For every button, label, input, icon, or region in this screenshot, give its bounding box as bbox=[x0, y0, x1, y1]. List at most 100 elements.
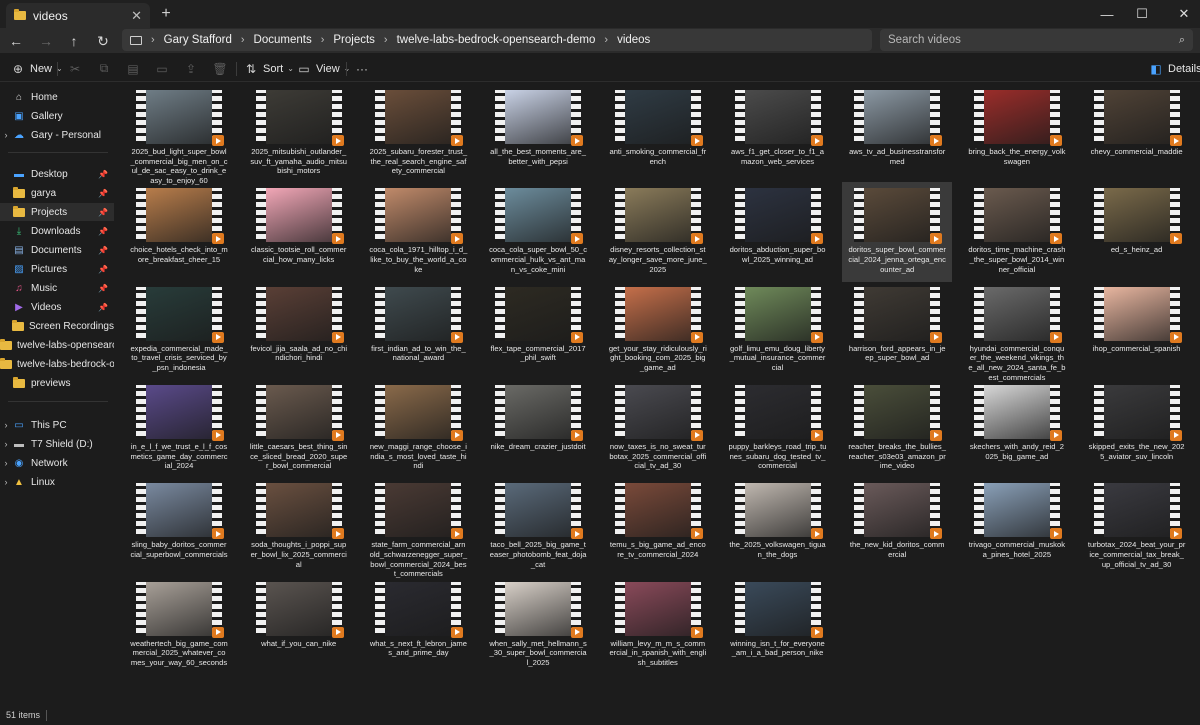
sidebar-item-network[interactable]: › ◉ Network bbox=[0, 454, 114, 472]
file-tile[interactable]: when_sally_met_hellmann_s_30_super_bowl_… bbox=[483, 576, 593, 676]
breadcrumb-documents[interactable]: Documents bbox=[254, 34, 312, 46]
file-tile[interactable]: soda_thoughts_i_poppi_super_bowl_lix_202… bbox=[244, 477, 354, 577]
file-tile[interactable]: taco_bell_2025_big_game_teaser_photobomb… bbox=[483, 477, 593, 577]
sidebar-item-previews[interactable]: previews bbox=[0, 374, 114, 392]
file-tile[interactable]: now_taxes_is_no_sweat_turbotax_2025_comm… bbox=[603, 379, 713, 479]
sidebar-item-garya[interactable]: garya 📌 bbox=[0, 184, 114, 202]
file-tile[interactable]: doritos_time_machine_crash_the_super_bow… bbox=[962, 182, 1072, 282]
sidebar-item-videos[interactable]: ▶ Videos 📌 bbox=[0, 298, 114, 316]
file-tile[interactable]: anti_smoking_commercial_french bbox=[603, 84, 713, 184]
close-window-button[interactable]: ✕ bbox=[1168, 0, 1200, 28]
new-tab-button[interactable]: + bbox=[158, 5, 174, 23]
maximize-button[interactable]: ☐ bbox=[1130, 0, 1154, 28]
file-tile[interactable]: puppy_barkleys_road_trip_tunes_subaru_do… bbox=[723, 379, 833, 479]
paste-button[interactable]: ▤ bbox=[125, 59, 141, 78]
file-tile[interactable]: fevicol_jija_saala_ad_no_chindichori_hin… bbox=[244, 281, 354, 381]
breadcrumb-projects[interactable]: Projects bbox=[333, 34, 375, 46]
breadcrumb-user[interactable]: Gary Stafford bbox=[164, 34, 232, 46]
sidebar-item-projects[interactable]: Projects 📌 bbox=[0, 203, 114, 221]
file-tile[interactable]: doritos_super_bowl_commercial_2024_jenna… bbox=[842, 182, 953, 283]
close-tab-icon[interactable]: ✕ bbox=[131, 8, 142, 24]
rename-button[interactable]: ▭ bbox=[154, 59, 170, 78]
file-tile[interactable]: in_e_l_f_we_trust_e_l_f_cosmetics_game_d… bbox=[124, 379, 234, 479]
file-tile[interactable]: chevy_commercial_maddie bbox=[1082, 84, 1192, 184]
file-tile[interactable]: new_maggi_range_choose_india_s_most_love… bbox=[363, 379, 473, 479]
file-tile[interactable]: turbotax_2024_beat_your_price_commercial… bbox=[1082, 477, 1192, 577]
chevron-right-icon[interactable]: › bbox=[0, 477, 12, 487]
file-tile[interactable]: classic_tootsie_roll_commercial_how_many… bbox=[244, 182, 354, 282]
sidebar-item-this-pc[interactable]: › ▭ This PC bbox=[0, 416, 114, 434]
share-button[interactable]: ⇪ bbox=[183, 59, 199, 78]
file-tile[interactable]: all_the_best_moments_are_better_with_pep… bbox=[483, 84, 593, 184]
file-tile[interactable]: the_new_kid_doritos_commercial bbox=[842, 477, 952, 577]
sidebar-item-linux[interactable]: › ▲ Linux bbox=[0, 473, 114, 491]
sidebar-item-downloads[interactable]: ⤓ Downloads 📌 bbox=[0, 222, 114, 240]
file-tile[interactable]: trivago_commercial_muskoka_pines_hotel_2… bbox=[962, 477, 1072, 577]
file-tile[interactable]: flex_tape_commercial_2017_phil_swift bbox=[483, 281, 593, 381]
file-tile[interactable]: choice_hotels_check_into_more_breakfast_… bbox=[124, 182, 234, 282]
tab-videos[interactable]: videos ✕ bbox=[6, 3, 150, 28]
sidebar-item-documents[interactable]: ▤ Documents 📌 bbox=[0, 241, 114, 259]
minimize-button[interactable]: — bbox=[1084, 0, 1130, 28]
sidebar-item-gallery[interactable]: ▣ Gallery bbox=[0, 107, 114, 125]
file-tile[interactable]: reacher_breaks_the_bullies_reacher_s03e0… bbox=[842, 379, 952, 479]
breadcrumb-videos[interactable]: videos bbox=[617, 34, 650, 46]
sidebar-item-music[interactable]: ♫ Music 📌 bbox=[0, 279, 114, 297]
file-tile[interactable]: nike_dream_crazier_justdoit bbox=[483, 379, 593, 479]
file-tile[interactable]: skechers_with_andy_reid_2025_big_game_ad bbox=[962, 379, 1072, 479]
file-tile[interactable]: coca_cola_super_bowl_50_commercial_hulk_… bbox=[483, 182, 593, 282]
sidebar-item-t7-shield[interactable]: › ▬ T7 Shield (D:) bbox=[0, 435, 114, 453]
file-tile[interactable]: expedia_commercial_made_to_travel_crisis… bbox=[124, 281, 234, 381]
file-tile[interactable]: the_2025_volkswagen_tiguan_the_dogs bbox=[723, 477, 833, 577]
file-tile[interactable]: state_farm_commercial_arnold_schwarzeneg… bbox=[363, 477, 473, 578]
file-tile[interactable]: weathertech_big_game_commercial_2025_wha… bbox=[124, 576, 234, 676]
file-tile[interactable]: doritos_abduction_super_bowl_2025_winnin… bbox=[723, 182, 833, 282]
file-tile[interactable]: disney_resorts_collection_stay_longer_sa… bbox=[603, 182, 713, 282]
file-tile[interactable]: sling_baby_doritos_commercial_superbowl_… bbox=[124, 477, 234, 577]
file-tile[interactable]: hyundai_commercial_conquer_the_weekend_v… bbox=[962, 281, 1072, 382]
sidebar-item-home[interactable]: ⌂ Home bbox=[0, 88, 114, 106]
file-tile[interactable]: ihop_commercial_spanish bbox=[1082, 281, 1192, 381]
file-tile[interactable]: 2025_mitsubishi_outlander_suv_ft_yamaha_… bbox=[244, 84, 354, 184]
file-tile[interactable]: william_levy_m_m_s_commercial_in_spanish… bbox=[603, 576, 713, 676]
sidebar-item-onedrive[interactable]: › ☁ Gary - Personal bbox=[0, 126, 114, 144]
sidebar-item-pictures[interactable]: ▨ Pictures 📌 bbox=[0, 260, 114, 278]
sort-button[interactable]: ⇅ Sort ⌄ bbox=[243, 59, 294, 78]
file-tile[interactable]: winning_isn_t_for_everyone_am_i_a_bad_pe… bbox=[723, 576, 833, 676]
file-tile[interactable]: golf_limu_emu_doug_liberty_mutual_insura… bbox=[723, 281, 833, 381]
chevron-right-icon[interactable]: › bbox=[0, 130, 12, 140]
file-tile[interactable]: what_if_you_can_nike bbox=[244, 576, 354, 676]
sidebar-item-desktop[interactable]: ▬ Desktop 📌 bbox=[0, 165, 114, 183]
refresh-button[interactable]: ↻ bbox=[93, 31, 113, 51]
cut-button[interactable]: ✂ bbox=[67, 59, 83, 78]
details-button[interactable]: ◧ Details bbox=[1148, 59, 1200, 78]
view-button[interactable]: ▭ View ⌄ bbox=[296, 59, 350, 78]
sidebar-item-twelve-labs-opensearch[interactable]: twelve-labs-opensearch- bbox=[0, 336, 114, 354]
chevron-right-icon[interactable]: › bbox=[0, 458, 12, 468]
delete-button[interactable]: 🗑 bbox=[212, 59, 228, 78]
copy-button[interactable]: ⧉ bbox=[96, 59, 112, 78]
sidebar-item-screen-recordings[interactable]: Screen Recordings bbox=[0, 317, 114, 335]
file-tile[interactable]: bring_back_the_energy_volkswagen bbox=[962, 84, 1072, 184]
chevron-right-icon[interactable]: › bbox=[0, 439, 12, 449]
file-tile[interactable]: ed_s_heinz_ad bbox=[1082, 182, 1192, 282]
file-tile[interactable]: coca_cola_1971_hilltop_i_d_like_to_buy_t… bbox=[363, 182, 473, 282]
file-tile[interactable]: aws_f1_get_closer_to_f1_amazon_web_servi… bbox=[723, 84, 833, 184]
sidebar-item-twelve-labs-bedrock[interactable]: twelve-labs-bedrock-ope bbox=[0, 355, 114, 373]
file-tile[interactable]: what_s_next_ft_lebron_james_and_prime_da… bbox=[363, 576, 473, 676]
file-tile[interactable]: 2025_subaru_forester_trust_the_real_sear… bbox=[363, 84, 473, 184]
file-tile[interactable]: 2025_bud_light_super_bowl_commercial_big… bbox=[124, 84, 234, 185]
up-button[interactable]: ↑ bbox=[64, 31, 84, 51]
new-button[interactable]: ⊕ New ⌄ bbox=[10, 59, 63, 78]
breadcrumb-repo[interactable]: twelve-labs-bedrock-opensearch-demo bbox=[397, 34, 596, 46]
file-tile[interactable]: get_your_stay_ridiculously_right_booking… bbox=[603, 281, 713, 381]
search-icon[interactable]: ⌕ bbox=[1179, 34, 1185, 47]
file-tile[interactable]: harrison_ford_appears_in_jeep_super_bowl… bbox=[842, 281, 952, 381]
chevron-right-icon[interactable]: › bbox=[0, 420, 12, 430]
search-input[interactable] bbox=[888, 34, 1179, 46]
file-tile[interactable]: first_indian_ad_to_win_the_national_awar… bbox=[363, 281, 473, 381]
file-tile[interactable]: aws_tv_ad_businesstransformed bbox=[842, 84, 952, 184]
more-options-button[interactable]: ··· bbox=[354, 59, 370, 78]
back-button[interactable]: ← bbox=[6, 31, 26, 51]
address-bar[interactable]: › Gary Stafford › Documents › Projects ›… bbox=[122, 29, 872, 51]
